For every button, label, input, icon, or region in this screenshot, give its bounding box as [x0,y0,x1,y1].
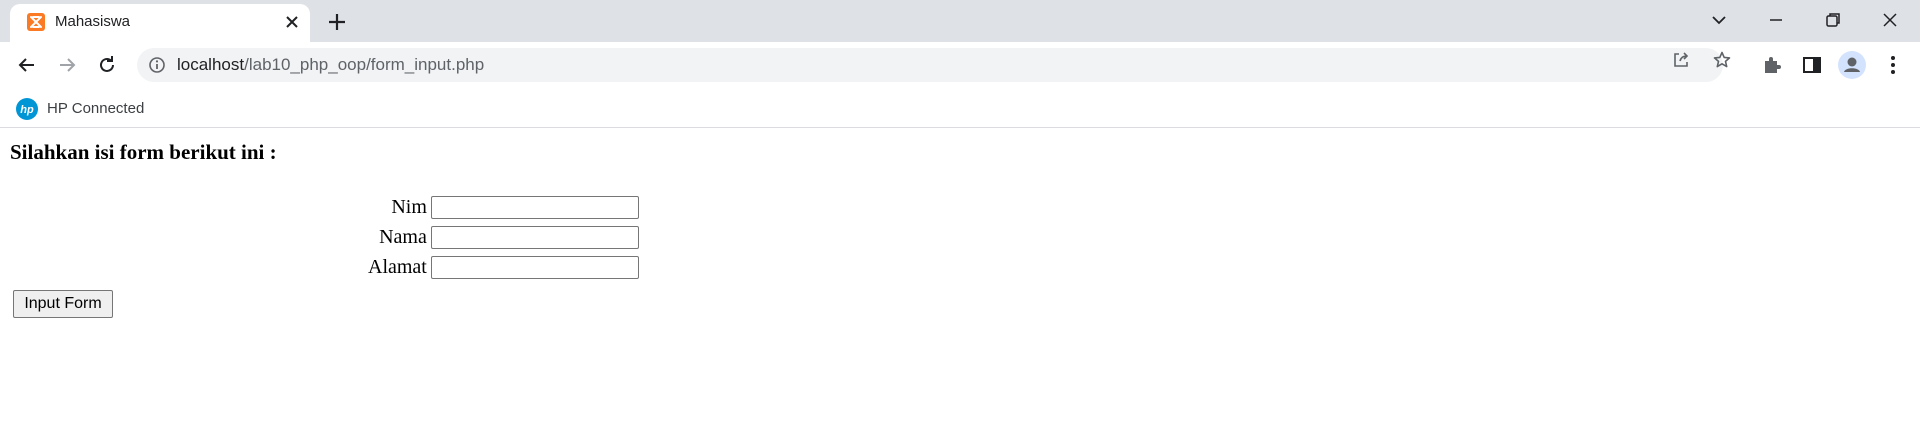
tab-search-icon[interactable] [1707,8,1731,32]
bookmark-label: HP Connected [47,100,145,117]
bookmark-star-icon[interactable] [1712,50,1732,70]
address-bar[interactable]: localhost/lab10_php_oop/form_input.php [137,48,1723,82]
reload-icon[interactable] [94,52,120,78]
profile-icon [1844,57,1860,72]
browser-toolbar: localhost/lab10_php_oop/form_input.php [0,42,1920,88]
tab-title: Mahasiswa [55,13,131,30]
side-panel-icon[interactable] [1799,52,1825,78]
input-form-button[interactable]: Input Form [13,290,113,318]
bookmarks-bar: hp HP Connected [0,88,1920,128]
tab-mahasiswa[interactable]: Mahasiswa [10,4,310,42]
back-icon[interactable] [14,52,40,78]
tab-strip: Mahasiswa [0,0,1920,42]
site-info-icon[interactable] [148,56,166,74]
nama-input[interactable] [430,226,639,250]
form-row-alamat: Alamat [367,253,640,281]
close-window-icon[interactable] [1878,8,1902,32]
profile-avatar[interactable] [1838,51,1866,79]
svg-text:hp: hp [20,104,34,116]
xampp-icon [27,13,45,31]
hp-logo-icon: hp [16,98,38,120]
url-text[interactable]: localhost/lab10_php_oop/form_input.php [177,56,484,74]
nim-input[interactable] [430,196,639,220]
close-tab-icon[interactable] [282,12,302,32]
nama-label: Nama [379,225,427,248]
form-row-nim: Nim [367,193,640,221]
extensions-icon[interactable] [1759,52,1785,78]
new-tab-icon[interactable] [325,10,349,34]
restore-icon[interactable] [1821,8,1845,32]
page-heading: Silahkan isi form berikut ini : [10,140,277,164]
nim-label: Nim [391,195,427,218]
url-host: localhost [177,55,245,74]
minimize-icon[interactable] [1764,8,1788,32]
url-path: /lab10_php_oop/form_input.php [244,55,485,74]
share-icon[interactable] [1671,50,1691,70]
input-form-table: Nim Nama Alamat [365,191,642,283]
form-row-nama: Nama [367,223,640,251]
alamat-label: Alamat [368,255,427,278]
page-content: Silahkan isi form berikut ini : Nim Nama… [0,128,1920,425]
alamat-input[interactable] [430,256,639,280]
forward-icon[interactable] [54,52,80,78]
menu-kebab-icon[interactable] [1880,52,1906,78]
